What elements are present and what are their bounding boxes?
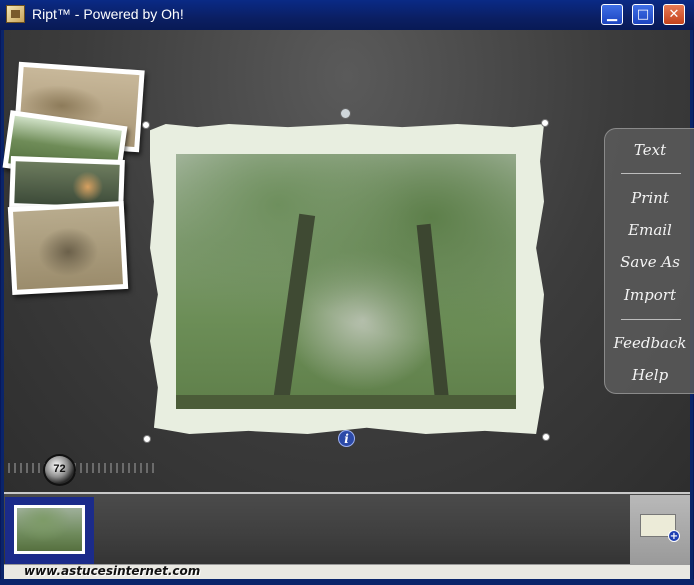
palm-trunk-right xyxy=(416,223,450,405)
photo-shadow-band xyxy=(176,395,516,409)
main-photo[interactable] xyxy=(176,154,516,409)
stack-photo-tortoise[interactable] xyxy=(7,201,129,295)
plus-icon: + xyxy=(669,531,679,542)
watermark: www.astucesinternet.com xyxy=(24,564,201,578)
menu-save-as[interactable]: Save As xyxy=(605,253,694,271)
zoom-slider-track[interactable] xyxy=(8,463,158,473)
rotate-handle[interactable] xyxy=(340,108,351,119)
menu-divider xyxy=(621,173,681,174)
menu-help[interactable]: Help xyxy=(605,366,694,384)
resize-handle-bottom-left[interactable] xyxy=(143,435,151,443)
info-button[interactable]: i xyxy=(338,430,355,447)
menu-import[interactable]: Import xyxy=(605,286,694,304)
menu-print[interactable]: Print xyxy=(605,189,694,207)
resize-handle-top-left[interactable] xyxy=(142,121,150,129)
window-title: Ript™ - Powered by Oh! xyxy=(32,6,184,22)
resize-handle-top-right[interactable] xyxy=(541,119,549,127)
palm-trunk-left xyxy=(272,213,316,405)
filmstrip xyxy=(4,492,690,564)
bird-image xyxy=(14,161,120,207)
side-menu: Text Print Email Save As Import Feedback… xyxy=(604,128,694,394)
title-bar[interactable]: Ript™ - Powered by Oh! ▁ □ ✕ xyxy=(0,0,694,30)
minimize-icon: ▁ xyxy=(607,7,617,22)
minimize-button[interactable]: ▁ xyxy=(601,4,623,25)
info-icon: i xyxy=(344,432,349,446)
main-photo-frame[interactable] xyxy=(150,124,544,434)
menu-text[interactable]: Text xyxy=(605,141,694,159)
zoom-value: 72 xyxy=(53,463,66,475)
add-photo-icon[interactable]: + xyxy=(668,530,680,542)
resize-handle-bottom-right[interactable] xyxy=(542,433,550,441)
close-button[interactable]: ✕ xyxy=(663,4,685,25)
menu-email[interactable]: Email xyxy=(605,221,694,239)
zoom-slider-knob[interactable]: 72 xyxy=(43,454,76,486)
menu-divider xyxy=(621,319,681,320)
filmstrip-thumbnail[interactable] xyxy=(14,505,85,554)
close-icon: ✕ xyxy=(668,7,680,22)
app-icon xyxy=(6,5,25,23)
maximize-button[interactable]: □ xyxy=(632,4,654,25)
menu-feedback[interactable]: Feedback xyxy=(605,334,694,352)
window-bottom-border xyxy=(0,579,694,585)
tortoise-image xyxy=(13,206,123,290)
maximize-icon: □ xyxy=(636,7,650,22)
